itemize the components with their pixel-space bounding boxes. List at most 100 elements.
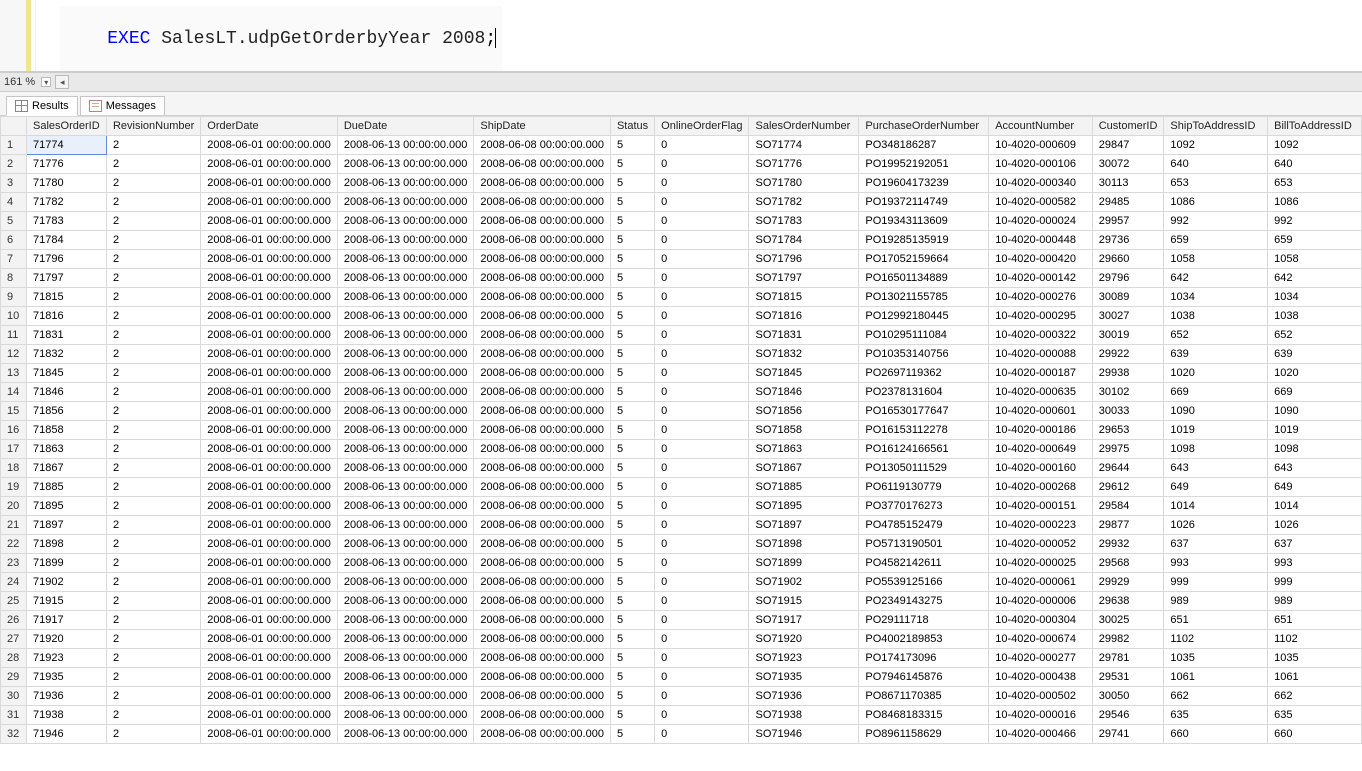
- cell[interactable]: 29612: [1092, 478, 1164, 497]
- cell[interactable]: 2: [106, 383, 200, 402]
- cell[interactable]: 2008-06-13 00:00:00.000: [337, 345, 474, 364]
- cell[interactable]: PO8671170385: [859, 687, 989, 706]
- cell[interactable]: 2: [106, 440, 200, 459]
- cell[interactable]: 2: [106, 668, 200, 687]
- cell[interactable]: 2008-06-08 00:00:00.000: [474, 725, 611, 744]
- cell[interactable]: 1092: [1268, 136, 1362, 155]
- cell[interactable]: 5: [610, 440, 654, 459]
- table-row[interactable]: 77179622008-06-01 00:00:00.0002008-06-13…: [1, 250, 1362, 269]
- cell[interactable]: 2008-06-01 00:00:00.000: [201, 383, 338, 402]
- cell[interactable]: 2008-06-08 00:00:00.000: [474, 326, 611, 345]
- cell[interactable]: 10-4020-000340: [989, 174, 1093, 193]
- cell[interactable]: 993: [1164, 554, 1268, 573]
- cell[interactable]: 10-4020-000006: [989, 592, 1093, 611]
- cell[interactable]: 2008-06-13 00:00:00.000: [337, 212, 474, 231]
- cell[interactable]: 2008-06-08 00:00:00.000: [474, 269, 611, 288]
- cell[interactable]: 5: [610, 402, 654, 421]
- cell[interactable]: 0: [655, 345, 749, 364]
- table-row[interactable]: 157185622008-06-01 00:00:00.0002008-06-1…: [1, 402, 1362, 421]
- table-row[interactable]: 317193822008-06-01 00:00:00.0002008-06-1…: [1, 706, 1362, 725]
- cell[interactable]: 71936: [27, 687, 107, 706]
- cell[interactable]: 2: [106, 535, 200, 554]
- cell[interactable]: 637: [1164, 535, 1268, 554]
- row-header[interactable]: 32: [1, 725, 27, 744]
- cell[interactable]: 5: [610, 288, 654, 307]
- cell[interactable]: 71915: [27, 592, 107, 611]
- cell[interactable]: 2: [106, 307, 200, 326]
- cell[interactable]: 993: [1268, 554, 1362, 573]
- cell[interactable]: 0: [655, 649, 749, 668]
- cell[interactable]: 2: [106, 554, 200, 573]
- row-header[interactable]: 29: [1, 668, 27, 687]
- cell[interactable]: 2008-06-13 00:00:00.000: [337, 497, 474, 516]
- cell[interactable]: 2008-06-08 00:00:00.000: [474, 459, 611, 478]
- cell[interactable]: 0: [655, 421, 749, 440]
- cell[interactable]: 2: [106, 516, 200, 535]
- table-row[interactable]: 47178222008-06-01 00:00:00.0002008-06-13…: [1, 193, 1362, 212]
- table-row[interactable]: 107181622008-06-01 00:00:00.0002008-06-1…: [1, 307, 1362, 326]
- cell[interactable]: 2008-06-01 00:00:00.000: [201, 725, 338, 744]
- cell[interactable]: 2008-06-08 00:00:00.000: [474, 687, 611, 706]
- table-row[interactable]: 17177422008-06-01 00:00:00.0002008-06-13…: [1, 136, 1362, 155]
- cell[interactable]: 0: [655, 326, 749, 345]
- cell[interactable]: 669: [1268, 383, 1362, 402]
- cell[interactable]: 71816: [27, 307, 107, 326]
- cell[interactable]: 1026: [1268, 516, 1362, 535]
- cell[interactable]: SO71863: [749, 440, 859, 459]
- table-row[interactable]: 227189822008-06-01 00:00:00.0002008-06-1…: [1, 535, 1362, 554]
- cell[interactable]: 10-4020-000052: [989, 535, 1093, 554]
- cell[interactable]: 2: [106, 193, 200, 212]
- cell[interactable]: 2: [106, 345, 200, 364]
- cell[interactable]: 71935: [27, 668, 107, 687]
- cell[interactable]: 5: [610, 269, 654, 288]
- cell[interactable]: 29847: [1092, 136, 1164, 155]
- cell[interactable]: PO348186287: [859, 136, 989, 155]
- cell[interactable]: 2: [106, 649, 200, 668]
- cell[interactable]: PO4582142611: [859, 554, 989, 573]
- table-row[interactable]: 277192022008-06-01 00:00:00.0002008-06-1…: [1, 630, 1362, 649]
- cell[interactable]: 2008-06-13 00:00:00.000: [337, 307, 474, 326]
- cell[interactable]: SO71867: [749, 459, 859, 478]
- cell[interactable]: 29644: [1092, 459, 1164, 478]
- cell[interactable]: 1019: [1164, 421, 1268, 440]
- cell[interactable]: 999: [1268, 573, 1362, 592]
- row-header[interactable]: 19: [1, 478, 27, 497]
- cell[interactable]: 2: [106, 459, 200, 478]
- cell[interactable]: 2008-06-01 00:00:00.000: [201, 440, 338, 459]
- cell[interactable]: 2008-06-01 00:00:00.000: [201, 630, 338, 649]
- cell[interactable]: 0: [655, 383, 749, 402]
- cell[interactable]: 2008-06-08 00:00:00.000: [474, 535, 611, 554]
- cell[interactable]: 2008-06-08 00:00:00.000: [474, 554, 611, 573]
- cell[interactable]: 652: [1164, 326, 1268, 345]
- cell[interactable]: PO6119130779: [859, 478, 989, 497]
- table-row[interactable]: 27177622008-06-01 00:00:00.0002008-06-13…: [1, 155, 1362, 174]
- cell[interactable]: 71784: [27, 231, 107, 250]
- cell[interactable]: 662: [1268, 687, 1362, 706]
- cell[interactable]: 660: [1268, 725, 1362, 744]
- cell[interactable]: 0: [655, 250, 749, 269]
- cell[interactable]: 2008-06-13 00:00:00.000: [337, 174, 474, 193]
- cell[interactable]: 5: [610, 611, 654, 630]
- row-header[interactable]: 22: [1, 535, 27, 554]
- cell[interactable]: 635: [1268, 706, 1362, 725]
- cell[interactable]: 2008-06-08 00:00:00.000: [474, 383, 611, 402]
- cell[interactable]: 71815: [27, 288, 107, 307]
- table-row[interactable]: 237189922008-06-01 00:00:00.0002008-06-1…: [1, 554, 1362, 573]
- cell[interactable]: 5: [610, 592, 654, 611]
- table-row[interactable]: 137184522008-06-01 00:00:00.0002008-06-1…: [1, 364, 1362, 383]
- cell[interactable]: 0: [655, 706, 749, 725]
- sql-editor[interactable]: EXEC SalesLT.udpGetOrderbyYear 2008;: [0, 0, 1362, 72]
- cell[interactable]: 10-4020-000674: [989, 630, 1093, 649]
- cell[interactable]: 29485: [1092, 193, 1164, 212]
- cell[interactable]: 2008-06-01 00:00:00.000: [201, 231, 338, 250]
- cell[interactable]: 2008-06-08 00:00:00.000: [474, 364, 611, 383]
- cell[interactable]: SO71816: [749, 307, 859, 326]
- cell[interactable]: 5: [610, 554, 654, 573]
- cell[interactable]: 0: [655, 687, 749, 706]
- cell[interactable]: 29736: [1092, 231, 1164, 250]
- cell[interactable]: 2008-06-13 00:00:00.000: [337, 440, 474, 459]
- table-row[interactable]: 57178322008-06-01 00:00:00.0002008-06-13…: [1, 212, 1362, 231]
- cell[interactable]: 2: [106, 269, 200, 288]
- cell[interactable]: PO16153112278: [859, 421, 989, 440]
- row-header[interactable]: 24: [1, 573, 27, 592]
